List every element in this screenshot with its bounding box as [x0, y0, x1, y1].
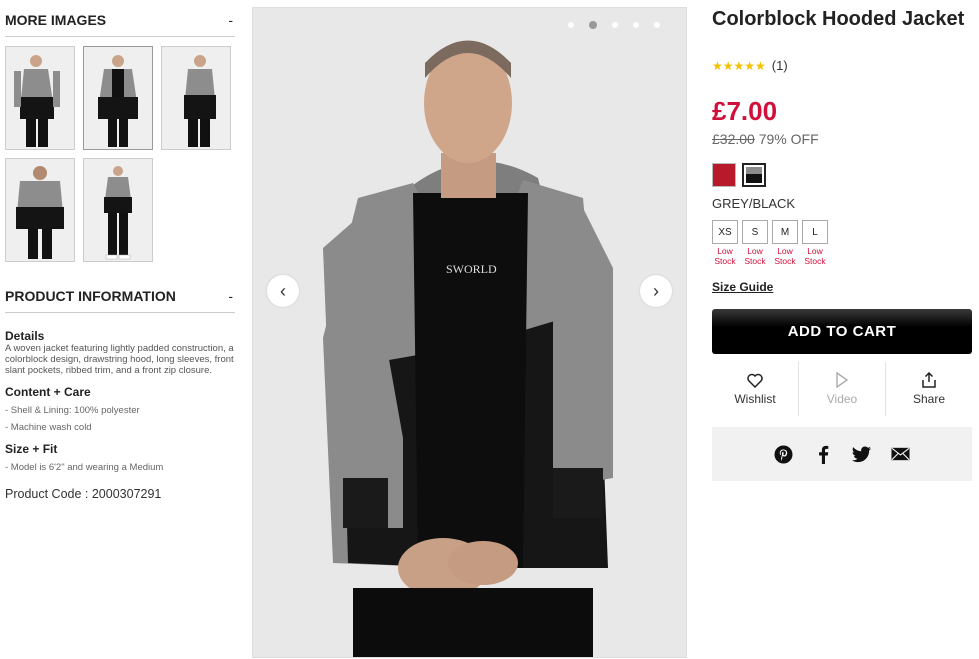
pinterest-icon[interactable] — [774, 445, 793, 464]
color-swatch-grey-black[interactable] — [742, 163, 766, 187]
sale-price: £7.00 — [712, 96, 778, 126]
selected-color-name: GREY/BLACK — [712, 196, 796, 211]
email-icon[interactable] — [891, 445, 910, 464]
stock-status: Low Stock — [804, 246, 826, 266]
thumbnail-1[interactable] — [5, 46, 75, 150]
review-count[interactable]: (1) — [772, 58, 788, 73]
add-to-cart-button[interactable]: ADD TO CART — [712, 309, 972, 354]
product-information-section: PRODUCT INFORMATION - Details A woven ja… — [5, 288, 235, 501]
play-icon — [836, 372, 849, 388]
chevron-right-icon: › — [653, 280, 659, 301]
product-title: Colorblock Hooded Jacket — [712, 8, 965, 30]
main-product-image[interactable]: SWORLD ‹ › — [252, 7, 687, 658]
content-care-title: Content + Care — [5, 385, 91, 399]
content-care-item: - Shell & Lining: 100% polyester — [5, 405, 140, 416]
product-actions: Wishlist Video Share — [712, 362, 972, 416]
more-images-title: MORE IMAGES — [5, 12, 107, 28]
svg-text:SWORLD: SWORLD — [446, 262, 497, 276]
collapse-icon[interactable]: - — [228, 12, 235, 28]
star-rating-icon: ★★★★★ — [712, 58, 766, 73]
stock-status: Low Stock — [714, 246, 736, 266]
details-title: Details — [5, 329, 45, 343]
wishlist-label: Wishlist — [734, 391, 776, 406]
size-fit-item: - Model is 6'2" and wearing a Medium — [5, 462, 164, 473]
stock-status: Low Stock — [744, 246, 766, 266]
size-fit-title: Size + Fit — [5, 442, 58, 456]
carousel-dots — [568, 21, 660, 29]
product-information-title: PRODUCT INFORMATION — [5, 288, 176, 304]
video-label: Video — [826, 392, 858, 406]
share-button[interactable]: Share — [886, 362, 972, 416]
more-images-section: MORE IMAGES - — [5, 12, 235, 262]
size-label: S — [742, 220, 768, 244]
product-information-body: Details A woven jacket featuring lightly… — [5, 329, 235, 501]
previous-image-button[interactable]: ‹ — [267, 275, 299, 307]
share-label: Share — [912, 392, 946, 406]
social-share-bar — [712, 427, 972, 481]
product-code: Product Code : 2000307291 — [5, 487, 162, 501]
carousel-dot[interactable] — [568, 22, 574, 28]
thumbnail-image — [6, 159, 74, 261]
size-label: L — [802, 220, 828, 244]
video-button[interactable]: Video — [799, 362, 886, 416]
thumbnail-3[interactable] — [161, 46, 231, 150]
rating[interactable]: ★★★★★ (1) — [712, 58, 788, 73]
facebook-icon[interactable] — [813, 445, 832, 464]
color-swatches — [712, 163, 766, 187]
details-text: A woven jacket featuring lightly padded … — [5, 343, 234, 376]
size-label: XS — [712, 220, 738, 244]
twitter-icon[interactable] — [852, 445, 871, 464]
thumbnail-5[interactable] — [83, 158, 153, 262]
heart-icon — [747, 373, 763, 388]
thumbnail-image — [84, 47, 152, 149]
carousel-dot[interactable] — [612, 22, 618, 28]
size-option-m[interactable]: M Low Stock — [772, 220, 798, 266]
thumbnail-4[interactable] — [5, 158, 75, 262]
discount-label: 79% OFF — [758, 131, 819, 147]
thumbnail-2[interactable] — [83, 46, 153, 150]
wishlist-button[interactable]: Wishlist — [712, 362, 799, 416]
size-option-l[interactable]: L Low Stock — [802, 220, 828, 266]
color-swatch-red[interactable] — [712, 163, 736, 187]
original-price: £32.00 — [712, 131, 755, 147]
share-icon — [922, 372, 936, 388]
size-option-s[interactable]: S Low Stock — [742, 220, 768, 266]
stock-status: Low Stock — [774, 246, 796, 266]
carousel-dot[interactable] — [654, 22, 660, 28]
product-photo: SWORLD — [253, 8, 686, 657]
size-guide-link[interactable]: Size Guide — [712, 280, 773, 294]
thumbnail-image — [162, 47, 230, 149]
size-option-xs[interactable]: XS Low Stock — [712, 220, 738, 266]
thumbnail-grid — [5, 46, 235, 262]
price-comparison: £32.00 79% OFF — [712, 131, 819, 147]
thumbnail-image — [6, 47, 74, 149]
size-label: M — [772, 220, 798, 244]
more-images-header[interactable]: MORE IMAGES - — [5, 12, 235, 37]
chevron-left-icon: ‹ — [280, 280, 286, 301]
carousel-dot[interactable] — [633, 22, 639, 28]
content-care-item: - Machine wash cold — [5, 422, 92, 433]
carousel-dot-active[interactable] — [589, 21, 597, 29]
collapse-icon[interactable]: - — [228, 288, 235, 304]
next-image-button[interactable]: › — [640, 275, 672, 307]
size-selector: XS Low Stock S Low Stock M Low Stock L L… — [712, 220, 828, 266]
thumbnail-image — [84, 159, 152, 261]
product-information-header[interactable]: PRODUCT INFORMATION - — [5, 288, 235, 313]
